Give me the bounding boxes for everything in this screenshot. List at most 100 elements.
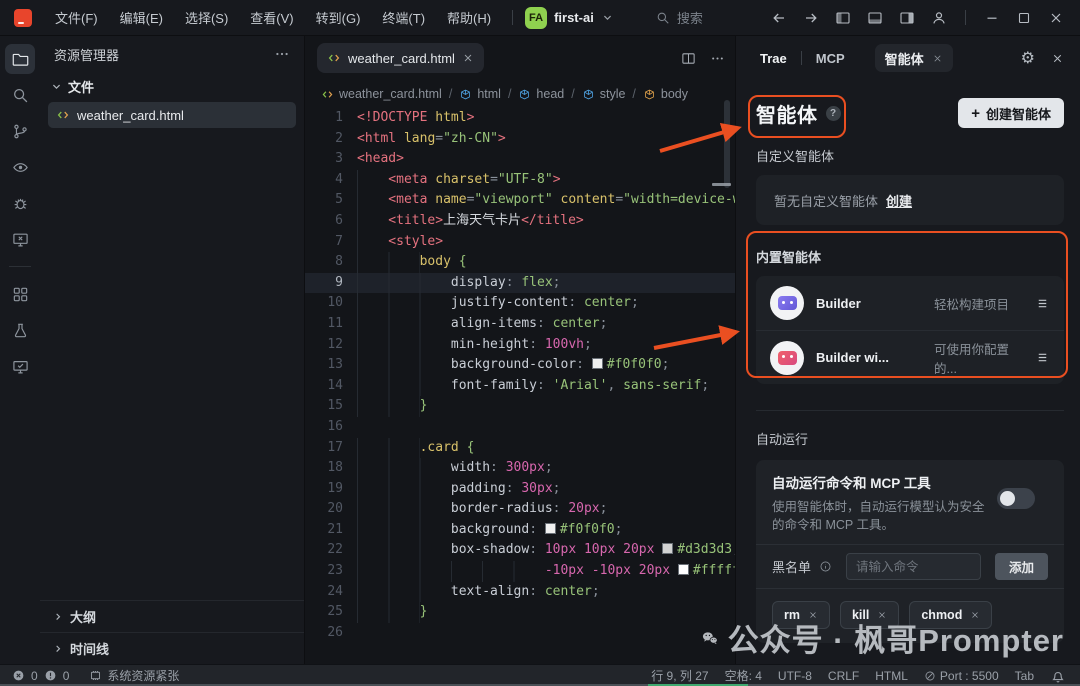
- code-line-14[interactable]: 14font-family: 'Arial', sans-serif;: [305, 376, 735, 397]
- toggle-right-sidebar-icon[interactable]: [891, 5, 923, 31]
- autorun-toggle[interactable]: [997, 488, 1035, 509]
- breadcrumb-item-weather-card-html[interactable]: weather_card.html: [321, 87, 442, 101]
- remove-tag-icon[interactable]: [808, 610, 818, 620]
- menu-item-3[interactable]: 查看(V): [241, 4, 302, 31]
- errors-icon[interactable]: [12, 669, 25, 682]
- code-line-11[interactable]: 11align-items: center;: [305, 314, 735, 335]
- code-line-16[interactable]: 16: [305, 417, 735, 438]
- editor-more-icon[interactable]: [710, 51, 725, 66]
- code-line-1[interactable]: 1<!DOCTYPE html>: [305, 108, 735, 129]
- code-line-10[interactable]: 10justify-content: center;: [305, 293, 735, 314]
- remove-tag-icon[interactable]: [970, 610, 980, 620]
- timeline-section[interactable]: 时间线: [40, 632, 304, 664]
- agent-row-0[interactable]: Builder轻松构建项目: [756, 276, 1064, 330]
- menu-item-4[interactable]: 转到(G): [307, 4, 370, 31]
- help-icon[interactable]: ?: [826, 106, 841, 121]
- close-panel-icon[interactable]: [1051, 52, 1064, 65]
- create-link[interactable]: 创建: [886, 191, 912, 210]
- global-search[interactable]: 搜索: [656, 8, 703, 27]
- encoding-indicator[interactable]: UTF-8: [778, 669, 812, 683]
- tab-mcp[interactable]: MCP: [816, 51, 845, 66]
- indentation-indicator[interactable]: 空格: 4: [725, 667, 762, 684]
- activity-remote-device-button[interactable]: [5, 351, 35, 381]
- activity-search-button[interactable]: [5, 80, 35, 110]
- toggle-left-sidebar-icon[interactable]: [827, 5, 859, 31]
- menu-item-6[interactable]: 帮助(H): [438, 4, 500, 31]
- notifications-bell-icon[interactable]: [1050, 668, 1066, 684]
- code-line-7[interactable]: 7<style>: [305, 232, 735, 253]
- warnings-count[interactable]: 0: [63, 669, 70, 683]
- tab-trae[interactable]: Trae: [760, 51, 787, 66]
- editor-scrollbar[interactable]: [724, 100, 730, 188]
- menu-item-1[interactable]: 编辑(E): [111, 4, 172, 31]
- agent-row-1[interactable]: Builder wi...可使用你配置的...: [756, 330, 1064, 384]
- code-line-4[interactable]: 4<meta charset="UTF-8">: [305, 170, 735, 191]
- navigate-back-icon[interactable]: [763, 5, 795, 31]
- errors-count[interactable]: 0: [31, 669, 38, 683]
- agent-menu-icon[interactable]: [1035, 350, 1050, 365]
- project-selector[interactable]: FA first-ai: [525, 7, 614, 29]
- eol-indicator[interactable]: CRLF: [828, 669, 859, 683]
- warnings-icon[interactable]: [44, 669, 57, 682]
- code-line-13[interactable]: 13background-color: #f0f0f0;: [305, 355, 735, 376]
- code-line-19[interactable]: 19padding: 30px;: [305, 479, 735, 500]
- activity-test-flask-button[interactable]: [5, 315, 35, 345]
- resource-warning[interactable]: 系统资源紧张: [89, 667, 179, 684]
- breadcrumb-item-body[interactable]: body: [643, 87, 688, 101]
- gear-icon[interactable]: ⚙: [1021, 48, 1035, 68]
- minimize-button[interactable]: [976, 5, 1008, 31]
- editor-tab-weather-card[interactable]: weather_card.html: [317, 43, 484, 73]
- code-line-17[interactable]: 17.card {: [305, 438, 735, 459]
- activity-debug-button[interactable]: [5, 188, 35, 218]
- activity-explorer-button[interactable]: [5, 44, 35, 74]
- activity-preview-button[interactable]: [5, 152, 35, 182]
- activity-extensions-button[interactable]: [5, 279, 35, 309]
- info-icon[interactable]: [819, 560, 832, 573]
- add-command-button[interactable]: 添加: [995, 553, 1048, 580]
- activity-terminal-screen-button[interactable]: [5, 224, 35, 254]
- code-line-6[interactable]: 6<title>上海天气卡片</title>: [305, 211, 735, 232]
- split-editor-icon[interactable]: [681, 51, 696, 66]
- toggle-bottom-panel-icon[interactable]: [859, 5, 891, 31]
- code-editor[interactable]: 1<!DOCTYPE html>2<html lang="zh-CN">3<he…: [305, 108, 735, 664]
- code-line-5[interactable]: 5<meta name="viewport" content="width=de…: [305, 190, 735, 211]
- port-indicator[interactable]: Port : 5500: [924, 669, 999, 683]
- breadcrumb-item-style[interactable]: style: [582, 87, 626, 101]
- create-agent-button[interactable]: + 创建智能体: [958, 98, 1064, 128]
- close-window-button[interactable]: [1040, 5, 1072, 31]
- maximize-button[interactable]: [1008, 5, 1040, 31]
- explorer-more-icon[interactable]: [274, 46, 290, 62]
- files-section-header[interactable]: 文件: [40, 72, 304, 100]
- outline-section[interactable]: 大纲: [40, 600, 304, 632]
- remove-tag-icon[interactable]: [877, 610, 887, 620]
- navigate-forward-icon[interactable]: [795, 5, 827, 31]
- code-line-23[interactable]: 23-10px -10px 20px #ffffff: [305, 561, 735, 582]
- tab-size-indicator[interactable]: Tab: [1015, 669, 1034, 683]
- code-line-26[interactable]: 26: [305, 623, 735, 644]
- tab-agent[interactable]: 智能体: [875, 44, 953, 72]
- code-line-12[interactable]: 12min-height: 100vh;: [305, 335, 735, 356]
- code-line-2[interactable]: 2<html lang="zh-CN">: [305, 129, 735, 150]
- code-line-9[interactable]: 9display: flex;: [305, 273, 735, 294]
- code-line-3[interactable]: 3<head>: [305, 149, 735, 170]
- close-tab-icon[interactable]: [462, 52, 474, 64]
- code-line-20[interactable]: 20border-radius: 20px;: [305, 499, 735, 520]
- blacklist-command-input[interactable]: [846, 553, 981, 580]
- code-line-15[interactable]: 15}: [305, 396, 735, 417]
- file-item-weather-card[interactable]: weather_card.html: [48, 102, 296, 128]
- menu-item-0[interactable]: 文件(F): [46, 4, 107, 31]
- code-line-18[interactable]: 18width: 300px;: [305, 458, 735, 479]
- code-line-24[interactable]: 24text-align: center;: [305, 582, 735, 603]
- breadcrumb-item-head[interactable]: head: [518, 87, 564, 101]
- menu-item-5[interactable]: 终端(T): [373, 4, 434, 31]
- code-line-25[interactable]: 25}: [305, 602, 735, 623]
- breadcrumb-item-html[interactable]: html: [459, 87, 501, 101]
- agent-menu-icon[interactable]: [1035, 296, 1050, 311]
- code-line-21[interactable]: 21background: #f0f0f0;: [305, 520, 735, 541]
- menu-item-2[interactable]: 选择(S): [176, 4, 237, 31]
- close-agent-tab-icon[interactable]: [932, 53, 943, 64]
- code-line-8[interactable]: 8body {: [305, 252, 735, 273]
- code-line-22[interactable]: 22box-shadow: 10px 10px 20px #d3d3d3,: [305, 540, 735, 561]
- activity-source-control-button[interactable]: [5, 116, 35, 146]
- cursor-position[interactable]: 行 9, 列 27: [651, 667, 708, 684]
